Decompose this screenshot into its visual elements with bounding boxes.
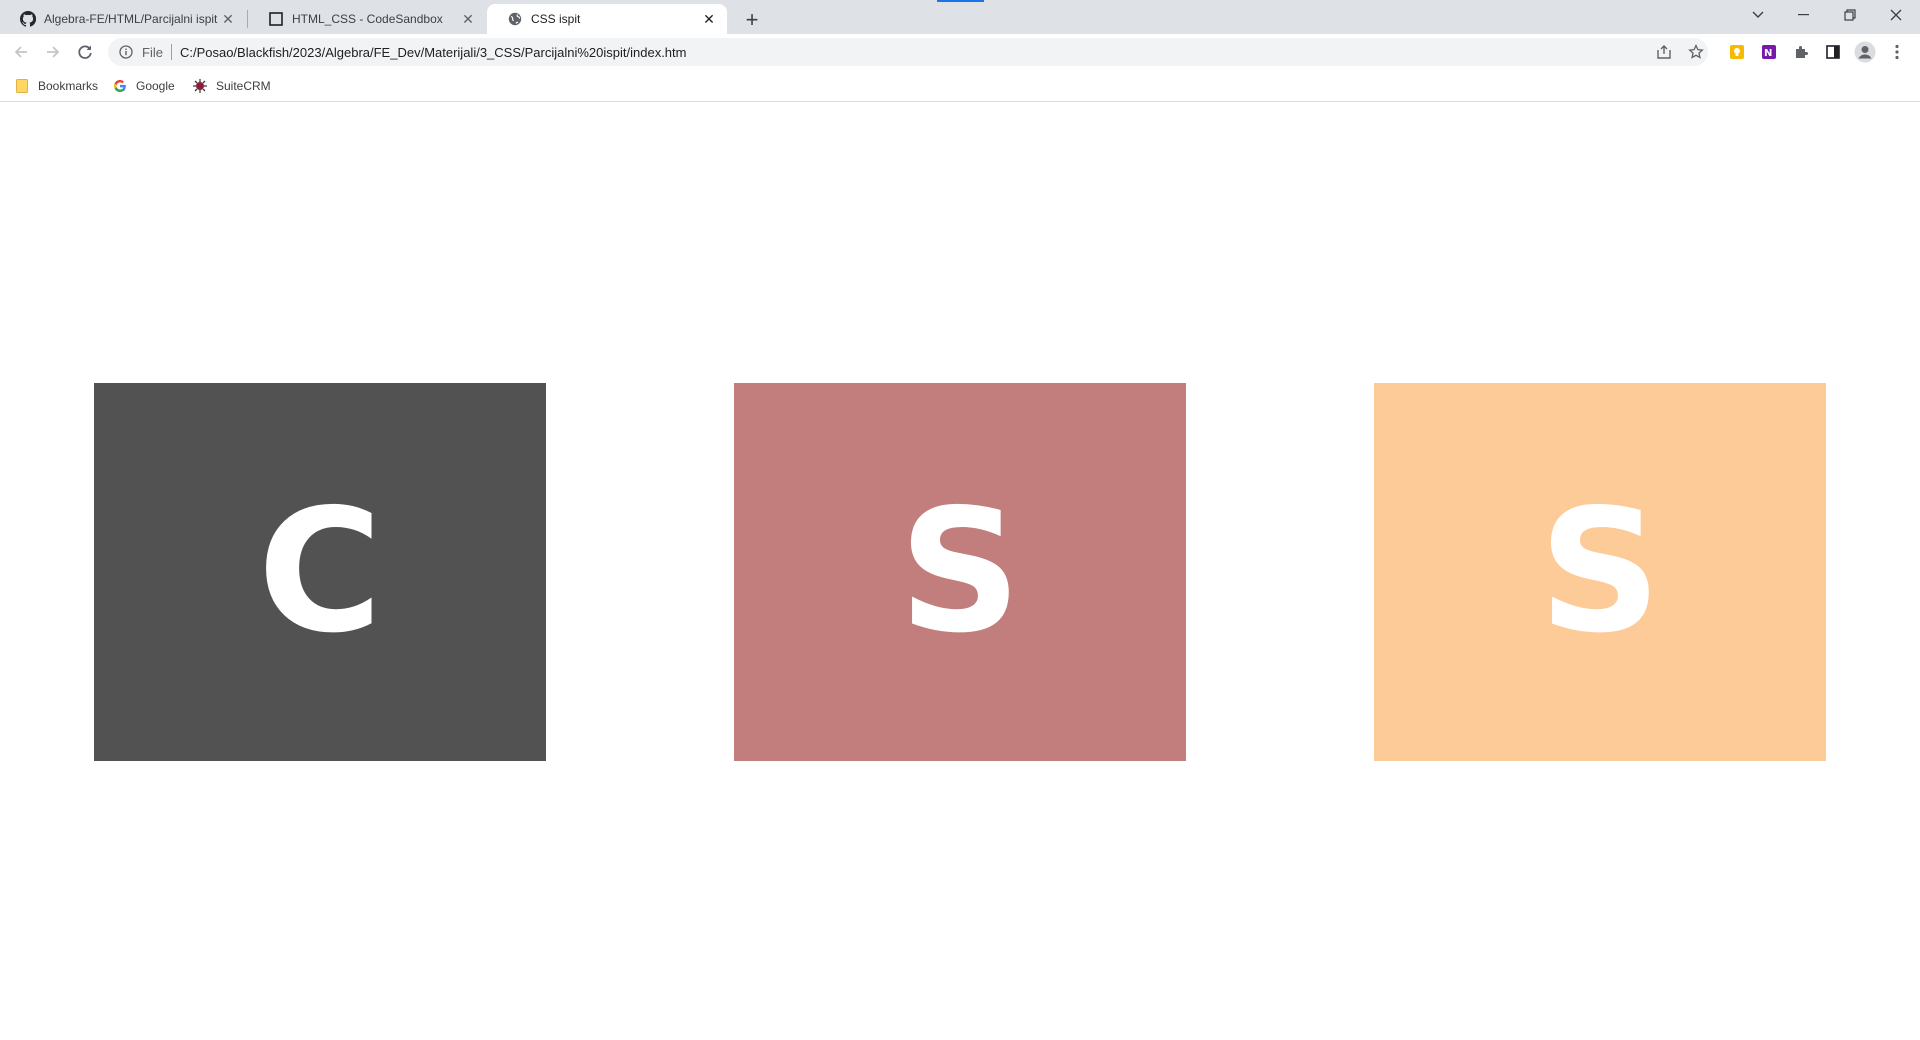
address-bar[interactable]: File C:/Posao/Blackfish/2023/Algebra/FE_… <box>108 38 1708 66</box>
box-letter: C <box>257 473 383 671</box>
bookmark-folder[interactable]: Bookmarks <box>14 76 98 96</box>
keep-extension-icon[interactable] <box>1725 40 1749 64</box>
svg-text:N: N <box>1764 48 1772 59</box>
letter-box-s-first: S <box>734 383 1186 761</box>
tab-title: CSS ispit <box>531 12 581 26</box>
suitecrm-icon <box>192 78 208 94</box>
close-icon[interactable]: ✕ <box>220 11 236 27</box>
tab-title: HTML_CSS - CodeSandbox <box>292 12 443 26</box>
folder-icon <box>14 78 30 94</box>
bookmark-suitecrm[interactable]: SuiteCRM <box>192 76 271 96</box>
page-content: C S S <box>0 102 1920 1040</box>
box-letter: S <box>898 473 1022 671</box>
tab-search-button[interactable] <box>1735 0 1781 30</box>
menu-kebab-icon[interactable] <box>1885 40 1909 64</box>
new-tab-button[interactable]: + <box>738 6 766 34</box>
google-icon <box>112 78 128 94</box>
bookmark-label: Google <box>136 79 175 93</box>
forward-button[interactable] <box>39 38 67 66</box>
share-icon[interactable] <box>1652 42 1676 62</box>
info-icon[interactable] <box>118 44 134 60</box>
browser-toolbar: File C:/Posao/Blackfish/2023/Algebra/FE_… <box>0 34 1920 70</box>
box-letter: S <box>1538 473 1662 671</box>
extensions-puzzle-icon[interactable] <box>1789 40 1813 64</box>
bookmark-label: SuiteCRM <box>216 79 271 93</box>
back-button[interactable] <box>7 38 35 66</box>
close-window-button[interactable] <box>1873 0 1919 30</box>
tab-title: Algebra-FE/HTML/Parcijalni ispit <box>44 12 218 26</box>
tab-strip: Algebra-FE/HTML/Parcijalni ispit ✕ HTML_… <box>0 0 1920 34</box>
onenote-extension-icon[interactable]: N <box>1757 40 1781 64</box>
close-icon[interactable]: ✕ <box>701 11 717 27</box>
reload-button[interactable] <box>71 38 99 66</box>
tab-search-indicator <box>937 0 984 2</box>
codesandbox-icon <box>268 11 284 27</box>
github-icon <box>20 11 36 27</box>
scheme-label: File <box>142 44 163 60</box>
bookmark-google[interactable]: Google <box>112 76 175 96</box>
restore-button[interactable] <box>1827 0 1873 30</box>
profile-avatar-icon[interactable] <box>1853 40 1877 64</box>
arrow-left-icon <box>14 46 27 58</box>
tab-codesandbox[interactable]: HTML_CSS - CodeSandbox ✕ <box>248 4 486 34</box>
close-icon[interactable]: ✕ <box>460 11 476 27</box>
arrow-right-icon <box>47 46 60 58</box>
globe-icon <box>507 11 523 27</box>
tab-github[interactable]: Algebra-FE/HTML/Parcijalni ispit ✕ <box>0 4 246 34</box>
bookmark-label: Bookmarks <box>38 79 99 93</box>
bookmarks-bar: Bookmarks Google SuiteCRM <box>0 70 1920 102</box>
minimize-button[interactable] <box>1781 0 1827 30</box>
side-panel-icon[interactable] <box>1821 40 1845 64</box>
reload-icon <box>78 45 92 59</box>
divider <box>170 44 172 60</box>
star-icon[interactable] <box>1684 42 1708 62</box>
letter-box-s-second: S <box>1374 383 1826 761</box>
url-text[interactable]: C:/Posao/Blackfish/2023/Algebra/FE_Dev/M… <box>180 45 687 60</box>
tab-css-ispit[interactable]: CSS ispit ✕ <box>487 4 727 34</box>
letter-box-c: C <box>94 383 546 761</box>
